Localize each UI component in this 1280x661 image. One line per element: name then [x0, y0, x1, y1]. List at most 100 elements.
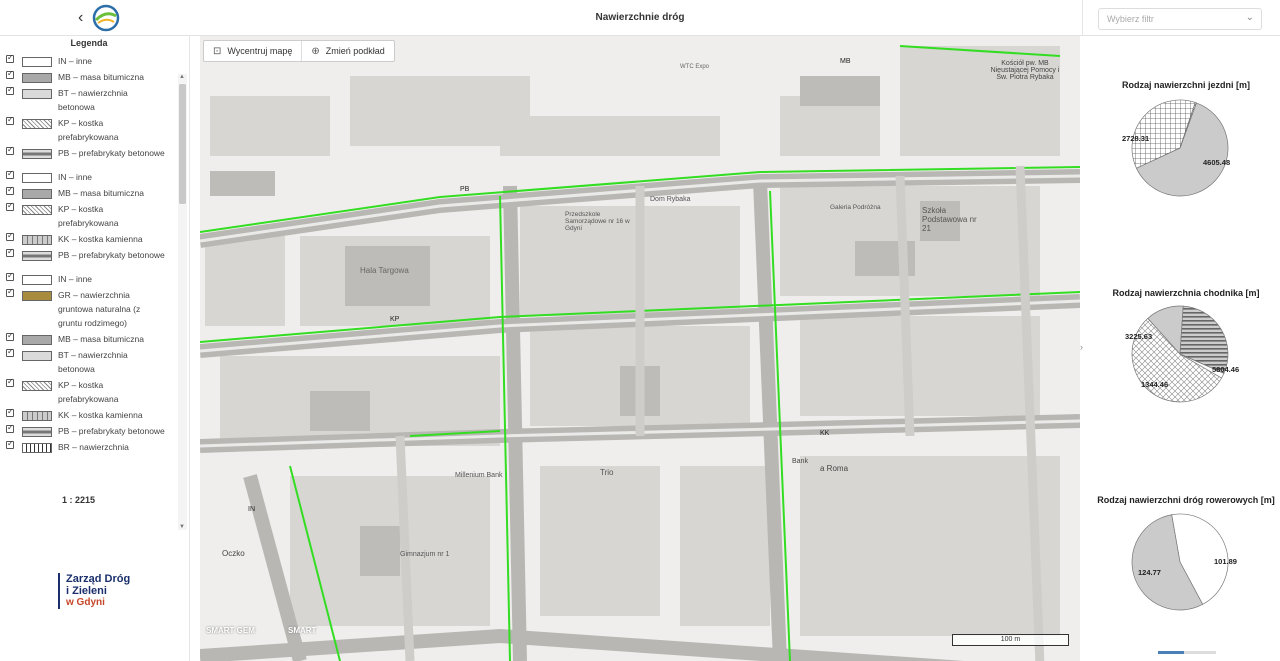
legend-label: BT – nawierzchnia betonowa [58, 350, 128, 374]
change-basemap-button[interactable]: ⊕ Zmień podkład [301, 41, 393, 61]
legend-label: PB – prefabrykaty betonowe [58, 426, 165, 436]
legend-swatch [22, 275, 52, 285]
legend-checkbox[interactable] [6, 347, 14, 357]
app-logo-icon[interactable] [92, 4, 120, 32]
legend-swatch [22, 57, 52, 67]
legend-item: KK – kostka kamienna [0, 407, 180, 422]
legend-checkbox[interactable] [6, 145, 14, 155]
chart-title-rowerowych: Rodzaj nawierzchni dróg rowerowych [m] [1097, 495, 1275, 505]
chevron-down-icon: ⌄ [1245, 12, 1254, 23]
legend-item: BT – nawierzchnia betonowa [0, 347, 180, 376]
pie-label: 1344.46 [1141, 380, 1169, 389]
legend-label: MB – masa bitumiczna [58, 72, 144, 82]
legend-label: PB – prefabrykaty betonowe [58, 250, 165, 260]
legend-item: IN – inne [0, 169, 180, 184]
app-header: ‹ Nawierzchnie dróg Wybierz filtr ⌄ [0, 0, 1280, 36]
legend-swatch [22, 351, 52, 361]
legend-checkbox[interactable] [6, 439, 14, 449]
chart-pager[interactable] [1158, 651, 1216, 654]
map-scalebar: 100 m [952, 634, 1069, 646]
smart-watermark: SMART [288, 626, 317, 635]
legend-checkbox[interactable] [6, 287, 14, 297]
legend-swatch [22, 119, 52, 129]
legend-item: BT – nawierzchnia betonowa [0, 85, 180, 114]
road-code-label: IN [248, 506, 255, 513]
legend-checkbox[interactable] [6, 247, 14, 257]
legend-label: BT – nawierzchnia betonowa [58, 88, 128, 112]
charts-panel: Rodzaj nawierzchni jezdni [m] 2728.31 46… [1092, 36, 1280, 661]
map-toolbar: ⊡ Wycentruj mapę ⊕ Zmień podkład [203, 40, 395, 62]
scroll-down-icon[interactable]: ▼ [179, 524, 185, 530]
legend-label: KK – kostka kamienna [58, 410, 143, 420]
legend-checkbox[interactable] [6, 331, 14, 341]
legend-swatch [22, 149, 52, 159]
legend-list: IN – inne MB – masa bitumiczna BT – nawier… [0, 54, 180, 492]
pie-label: 5804.46 [1212, 365, 1240, 374]
legend-item: KK – kostka kamienna [0, 231, 180, 246]
legend-label: BR – nawierzchnia [58, 442, 129, 452]
place-label: Millenium Bank [455, 472, 503, 479]
center-map-button[interactable]: ⊡ Wycentruj mapę [204, 41, 301, 61]
legend-scrollbar[interactable]: ▲ ▼ [178, 74, 187, 530]
scroll-up-icon[interactable]: ▲ [179, 74, 185, 80]
chevron-right-icon[interactable]: › [1080, 342, 1083, 352]
legend-label: IN – inne [58, 56, 93, 66]
legend-swatch [22, 411, 52, 421]
legend-swatch [22, 189, 52, 199]
chart-title-jezdni: Rodzaj nawierzchni jezdni [m] [1121, 80, 1250, 90]
filter-select[interactable]: Wybierz filtr ⌄ [1098, 8, 1262, 30]
place-label: Trio [600, 468, 614, 477]
legend-group: IN – inne GR – nawierzchnia gruntowa natu… [0, 271, 180, 454]
legend-swatch [22, 443, 52, 453]
place-label: Oczko [222, 549, 245, 558]
road-code-label: KK [820, 430, 830, 437]
place-label: Kościół pw. MB Nieustającej Pomocy i Św.… [990, 60, 1060, 81]
legend-label: GR – nawierzchnia gruntowa naturalna (z … [58, 290, 141, 328]
legend-checkbox[interactable] [6, 201, 14, 211]
legend-checkbox[interactable] [6, 85, 14, 95]
legend-group: IN – inne MB – masa bitumiczna KP – kostka… [0, 169, 180, 262]
legend-swatch [22, 205, 52, 215]
pie-chart-jezdni [1131, 99, 1229, 197]
legend-swatch [22, 235, 52, 245]
org-logo-line1: Zarząd Dróg [66, 573, 131, 585]
legend-checkbox[interactable] [6, 54, 14, 63]
map-svg [200, 45, 1080, 661]
legend-checkbox[interactable] [6, 271, 14, 281]
legend-checkbox[interactable] [6, 69, 14, 79]
place-label: Gimnazjum nr 1 [400, 551, 450, 558]
legend-checkbox[interactable] [6, 377, 14, 387]
legend-checkbox[interactable] [6, 407, 14, 417]
legend-swatch [22, 381, 52, 391]
legend-item: IN – inne [0, 271, 180, 286]
pie-label: 124.77 [1138, 568, 1161, 577]
legend-swatch [22, 335, 52, 345]
legend-checkbox[interactable] [6, 423, 14, 433]
center-map-label: Wycentruj mapę [227, 46, 293, 56]
center-map-icon: ⊡ [213, 45, 222, 57]
legend-checkbox[interactable] [6, 231, 14, 241]
scrollbar-thumb[interactable] [179, 84, 186, 204]
chevron-left-icon[interactable]: ‹ [78, 9, 83, 27]
legend-label: MB – masa bitumiczna [58, 334, 144, 344]
legend-label: KK – kostka kamienna [58, 234, 143, 244]
pie-label: 2728.31 [1122, 134, 1150, 143]
legend-label: KP – kostka prefabrykowana [58, 204, 119, 228]
legend-swatch [22, 427, 52, 437]
legend-item: MB – masa bitumiczna [0, 331, 180, 346]
place-label: Hala Targowa [360, 266, 409, 275]
place-label: WTC Expo [680, 64, 710, 70]
legend-label: MB – masa bitumiczna [58, 188, 144, 198]
legend-swatch [22, 73, 52, 83]
chart-title-chodnika: Rodzaj nawierzchnia chodnika [m] [1112, 288, 1260, 298]
chart-pager-active [1158, 651, 1184, 654]
org-logo-line2: i Zieleni [66, 585, 107, 597]
legend-item: MB – masa bitumiczna [0, 185, 180, 200]
legend-checkbox[interactable] [6, 115, 14, 125]
legend-item: BR – nawierzchnia [0, 439, 180, 454]
legend-checkbox[interactable] [6, 185, 14, 195]
legend-item: PB – prefabrykaty betonowe [0, 145, 180, 160]
map-canvas[interactable]: Hala Targowa Szkoła Podstawowa nr 21 Prz… [200, 36, 1080, 661]
legend-checkbox[interactable] [6, 169, 14, 179]
org-logo: Zarząd Dróg i Zieleni w Gdyni [58, 573, 148, 609]
